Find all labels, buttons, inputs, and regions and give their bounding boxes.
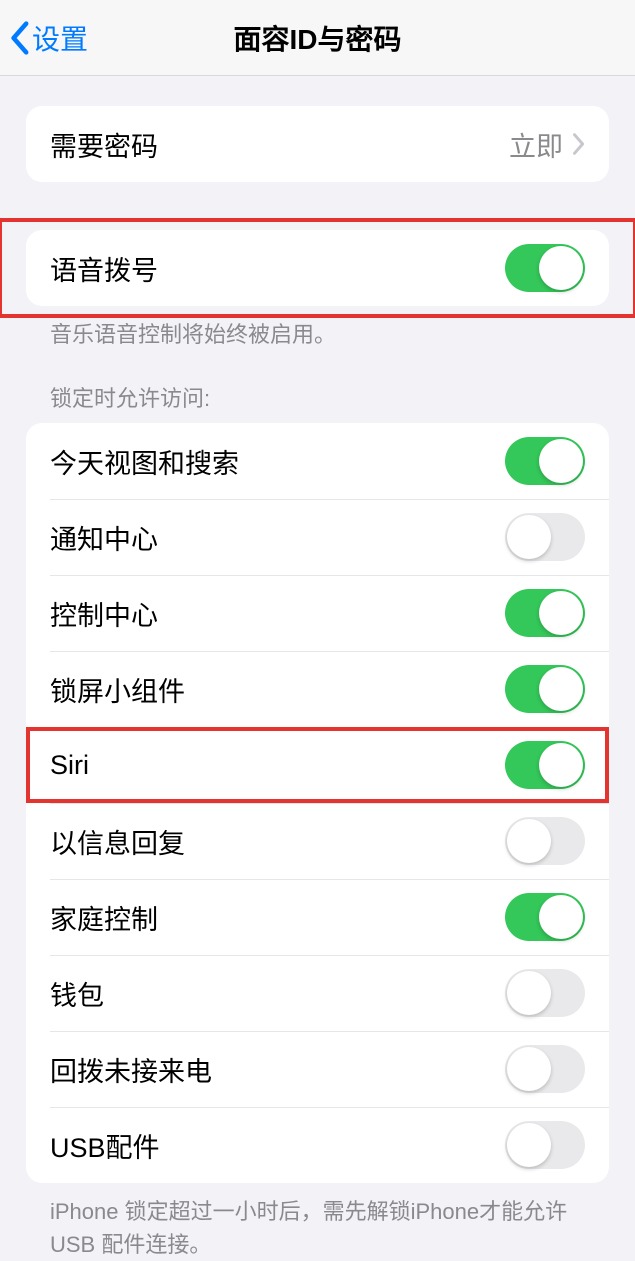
lock-access-item-label: 控制中心 — [50, 594, 158, 633]
lock-access-switch-6[interactable] — [505, 893, 585, 941]
row-lock-access-4: Siri — [26, 727, 609, 803]
lock-access-switch-5[interactable] — [505, 817, 585, 865]
lock-access-item-label: 家庭控制 — [50, 898, 158, 937]
lock-access-item-label: USB配件 — [50, 1126, 160, 1165]
back-label: 设置 — [32, 18, 88, 58]
lock-access-switch-7[interactable] — [505, 969, 585, 1017]
group-require-passcode: 需要密码 立即 — [26, 106, 609, 182]
row-lock-access-1: 通知中心 — [26, 499, 609, 575]
page-title: 面容ID与密码 — [0, 18, 635, 58]
row-require-passcode[interactable]: 需要密码 立即 — [26, 106, 609, 182]
lock-access-switch-0[interactable] — [505, 437, 585, 485]
row-lock-access-3: 锁屏小组件 — [26, 651, 609, 727]
lock-access-item-label: 锁屏小组件 — [50, 670, 185, 709]
row-lock-access-8: 回拨未接来电 — [26, 1031, 609, 1107]
lock-access-switch-3[interactable] — [505, 665, 585, 713]
row-lock-access-2: 控制中心 — [26, 575, 609, 651]
require-passcode-label: 需要密码 — [50, 125, 158, 164]
voice-dial-footer: 音乐语音控制将始终被启用。 — [50, 318, 585, 351]
lock-access-switch-4[interactable] — [505, 741, 585, 789]
require-passcode-value: 立即 — [509, 125, 563, 164]
row-voice-dial: 语音拨号 — [26, 230, 609, 306]
row-lock-access-5: 以信息回复 — [26, 803, 609, 879]
lock-access-switch-9[interactable] — [505, 1121, 585, 1169]
chevron-right-icon — [571, 132, 585, 156]
lock-access-switch-1[interactable] — [505, 513, 585, 561]
group-voice-dial: 语音拨号 — [26, 230, 609, 306]
row-lock-access-0: 今天视图和搜索 — [26, 423, 609, 499]
back-button[interactable]: 设置 — [0, 18, 88, 58]
lock-access-item-label: 钱包 — [50, 974, 104, 1013]
row-lock-access-9: USB配件 — [26, 1107, 609, 1183]
lock-access-item-label: 今天视图和搜索 — [50, 442, 239, 481]
lock-access-item-label: 以信息回复 — [50, 822, 185, 861]
chevron-left-icon — [8, 20, 30, 56]
lock-access-item-label: 通知中心 — [50, 518, 158, 557]
row-lock-access-7: 钱包 — [26, 955, 609, 1031]
voice-dial-switch[interactable] — [505, 244, 585, 292]
lock-access-switch-8[interactable] — [505, 1045, 585, 1093]
lock-access-item-label: 回拨未接来电 — [50, 1050, 212, 1089]
voice-dial-label: 语音拨号 — [50, 249, 158, 288]
voice-dial-highlight: 语音拨号 — [0, 230, 635, 306]
group-lock-access: 今天视图和搜索通知中心控制中心锁屏小组件 Siri 以信息回复家庭控制钱包回拨未接来… — [26, 423, 609, 1183]
lock-access-switch-2[interactable] — [505, 589, 585, 637]
lock-access-footer: iPhone 锁定超过一小时后，需先解锁iPhone才能允许USB 配件连接。 — [50, 1195, 585, 1261]
lock-access-header: 锁定时允许访问: — [50, 381, 585, 413]
row-lock-access-6: 家庭控制 — [26, 879, 609, 955]
nav-bar: 设置 面容ID与密码 — [0, 0, 635, 76]
lock-access-item-label: Siri — [50, 750, 89, 781]
